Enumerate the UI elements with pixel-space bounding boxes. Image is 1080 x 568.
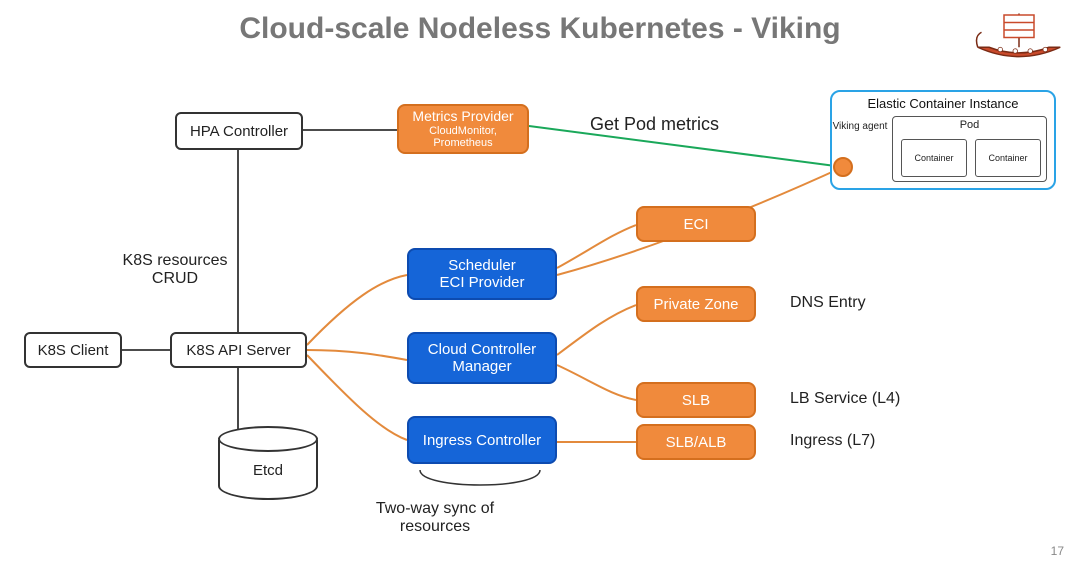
metrics-provider-box: Metrics Provider CloudMonitor, Prometheu… [397, 104, 529, 154]
page-title: Cloud-scale Nodeless Kubernetes - Viking [0, 12, 1080, 46]
eci-service-box: ECI [636, 206, 756, 242]
metrics-provider-label: Metrics Provider [412, 108, 513, 124]
k8s-resources-crud-label: K8S resources CRUD [90, 252, 260, 288]
container-box-2: Container [975, 139, 1041, 177]
diagram-stage: Cloud-scale Nodeless Kubernetes - Viking [0, 0, 1080, 568]
private-zone-box: Private Zone [636, 286, 756, 322]
k8s-api-server-box: K8S API Server [170, 332, 307, 368]
etcd-cylinder: Etcd [218, 440, 318, 500]
pod-box: Pod Container Container [892, 116, 1047, 182]
page-number: 17 [1051, 544, 1064, 558]
viking-agent-label: Viking agent [833, 122, 888, 133]
lb-service-label: LB Service (L4) [790, 390, 900, 408]
ingress-controller-box: Ingress Controller [407, 416, 557, 464]
viking-agent-dot-icon [833, 157, 853, 177]
slb-box: SLB [636, 382, 756, 418]
dns-entry-label: DNS Entry [790, 294, 866, 312]
metrics-provider-sub: CloudMonitor, Prometheus [405, 125, 521, 149]
k8s-client-box: K8S Client [24, 332, 122, 368]
elastic-container-instance-box: Elastic Container Instance Viking agent … [830, 90, 1056, 190]
scheduler-box: Scheduler ECI Provider [407, 248, 557, 300]
slb-alb-box: SLB/ALB [636, 424, 756, 460]
cloud-controller-manager-box: Cloud Controller Manager [407, 332, 557, 384]
two-way-sync-label: Two-way sync of resources [320, 500, 550, 536]
ingress-l7-label: Ingress (L7) [790, 432, 875, 450]
get-pod-metrics-label: Get Pod metrics [590, 114, 719, 135]
pod-title: Pod [893, 119, 1046, 131]
container-box-1: Container [901, 139, 967, 177]
etcd-label: Etcd [220, 462, 316, 479]
hpa-controller-box: HPA Controller [175, 112, 303, 150]
eci-title: Elastic Container Instance [832, 96, 1054, 111]
